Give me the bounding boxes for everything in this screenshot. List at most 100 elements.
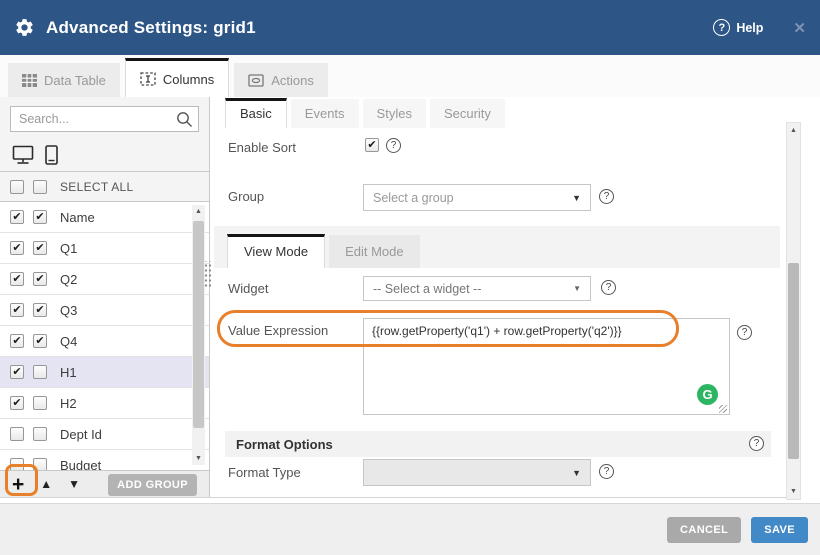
column-row[interactable]: ✔ ✔ Name <box>0 202 209 233</box>
search-area <box>0 97 209 138</box>
chevron-down-icon: ▼ <box>572 193 581 203</box>
columns-panel: SELECT ALL ✔ ✔ Name ✔ ✔ Q1 ✔ ✔ Q2 ✔ ✔ Q3… <box>0 97 210 497</box>
column-row[interactable]: ✔ ✔ Q2 <box>0 264 209 295</box>
scroll-down-icon[interactable]: ▼ <box>787 485 800 498</box>
column-name: Dept Id <box>60 427 102 442</box>
format-type-help-icon[interactable]: ? <box>599 464 614 479</box>
actions-icon <box>248 74 264 87</box>
column-row[interactable]: Dept Id <box>0 419 209 450</box>
columns-list: ✔ ✔ Name ✔ ✔ Q1 ✔ ✔ Q2 ✔ ✔ Q3 ✔ ✔ Q4 ✔ H… <box>0 202 209 471</box>
select-all-mobile-checkbox[interactable] <box>33 180 47 194</box>
mobile-checkbox[interactable] <box>33 396 47 410</box>
data-table-icon <box>22 74 37 87</box>
column-row[interactable]: ✔ ✔ Q1 <box>0 233 209 264</box>
column-row[interactable]: ✔ ✔ Q4 <box>0 326 209 357</box>
search-input[interactable] <box>10 106 199 132</box>
device-toggle-row <box>0 138 209 171</box>
column-row[interactable]: Budget <box>0 450 209 471</box>
dialog-footer: CANCEL SAVE <box>0 503 820 555</box>
main-tabstrip: Data Table Columns Actions <box>0 55 820 97</box>
group-help-icon[interactable]: ? <box>599 189 614 204</box>
value-expression-help-icon[interactable]: ? <box>737 325 752 340</box>
cancel-button[interactable]: CANCEL <box>667 517 741 543</box>
desktop-checkbox[interactable]: ✔ <box>10 272 24 286</box>
desktop-checkbox[interactable]: ✔ <box>10 241 24 255</box>
format-options-help-icon[interactable]: ? <box>749 436 764 451</box>
move-down-button[interactable]: ▼ <box>68 477 80 491</box>
mobile-checkbox[interactable]: ✔ <box>33 272 47 286</box>
scrollbar-thumb[interactable] <box>193 221 204 428</box>
close-icon[interactable]: ✕ <box>793 19 806 37</box>
chevron-down-icon: ▼ <box>573 284 581 293</box>
desktop-checkbox[interactable]: ✔ <box>10 365 24 379</box>
mobile-checkbox[interactable] <box>33 365 47 379</box>
column-settings-panel: Basic Events Styles Security Enable Sort… <box>214 97 786 497</box>
select-all-row[interactable]: SELECT ALL <box>0 171 209 202</box>
search-icon[interactable] <box>176 111 193 128</box>
enable-sort-checkbox[interactable]: ✔ <box>365 138 379 152</box>
value-expression-area: {{row.getProperty('q1') + row.getPropert… <box>363 318 730 415</box>
add-group-button[interactable]: ADD GROUP <box>108 474 197 496</box>
widget-dropdown[interactable]: -- Select a widget -- ▼ <box>363 276 591 301</box>
help-button[interactable]: ? Help <box>713 19 763 36</box>
mobile-icon[interactable] <box>45 145 58 165</box>
column-name: Name <box>60 210 95 225</box>
group-dropdown[interactable]: Select a group ▼ <box>363 184 591 211</box>
columns-list-scrollbar[interactable]: ▲ ▼ <box>192 205 205 465</box>
format-type-label: Format Type <box>228 465 301 480</box>
value-expression-input[interactable]: {{row.getProperty('q1') + row.getPropert… <box>363 318 730 415</box>
desktop-icon[interactable] <box>12 145 34 165</box>
desktop-checkbox[interactable] <box>10 427 24 441</box>
column-row[interactable]: ✔ H2 <box>0 388 209 419</box>
column-row[interactable]: ✔ ✔ Q3 <box>0 295 209 326</box>
move-up-button[interactable]: ▲ <box>40 477 52 491</box>
tab-label: Actions <box>271 73 314 88</box>
resize-handle[interactable] <box>719 405 727 413</box>
select-all-desktop-checkbox[interactable] <box>10 180 24 194</box>
enable-sort-help-icon[interactable]: ? <box>386 138 401 153</box>
add-column-button[interactable]: + <box>12 474 24 495</box>
tab-basic[interactable]: Basic <box>225 98 287 128</box>
widget-label: Widget <box>228 281 268 296</box>
tab-columns[interactable]: Columns <box>125 58 229 97</box>
tab-edit-mode[interactable]: Edit Mode <box>329 235 420 268</box>
mobile-checkbox[interactable]: ✔ <box>33 210 47 224</box>
column-name: H2 <box>60 396 77 411</box>
widget-help-icon[interactable]: ? <box>601 280 616 295</box>
select-all-label: SELECT ALL <box>60 180 134 194</box>
group-label: Group <box>228 189 264 204</box>
value-expression-label: Value Expression <box>228 323 328 338</box>
mobile-checkbox[interactable]: ✔ <box>33 334 47 348</box>
tab-styles[interactable]: Styles <box>363 99 426 128</box>
scrollbar-thumb[interactable] <box>788 263 799 459</box>
mode-tabstrip: View Mode Edit Mode <box>214 226 780 268</box>
dialog-title: Advanced Settings: grid1 <box>46 18 713 38</box>
desktop-checkbox[interactable]: ✔ <box>10 334 24 348</box>
save-button[interactable]: SAVE <box>751 517 808 543</box>
scroll-up-icon[interactable]: ▲ <box>192 205 205 218</box>
desktop-checkbox[interactable]: ✔ <box>10 303 24 317</box>
mobile-checkbox[interactable] <box>33 427 47 441</box>
panel-scrollbar[interactable]: ▲ ▼ <box>786 122 801 500</box>
settings-tabstrip: Basic Events Styles Security <box>225 97 505 128</box>
column-name: Q1 <box>60 241 77 256</box>
format-options-label: Format Options <box>236 437 333 452</box>
format-type-dropdown[interactable]: ▼ <box>363 459 591 486</box>
tab-data-table[interactable]: Data Table <box>8 63 120 97</box>
group-dropdown-value: Select a group <box>373 191 572 205</box>
tab-security[interactable]: Security <box>430 99 505 128</box>
mobile-checkbox[interactable]: ✔ <box>33 241 47 255</box>
tab-actions[interactable]: Actions <box>234 63 328 97</box>
column-row[interactable]: ✔ H1 <box>0 357 209 388</box>
scroll-down-icon[interactable]: ▼ <box>192 452 205 465</box>
tab-events[interactable]: Events <box>291 99 359 128</box>
tab-view-mode[interactable]: View Mode <box>227 234 325 268</box>
grammarly-icon[interactable]: G <box>697 384 718 405</box>
column-name: Q3 <box>60 303 77 318</box>
desktop-checkbox[interactable]: ✔ <box>10 210 24 224</box>
panel-splitter-handle[interactable] <box>203 261 212 288</box>
desktop-checkbox[interactable]: ✔ <box>10 396 24 410</box>
mobile-checkbox[interactable]: ✔ <box>33 303 47 317</box>
help-icon: ? <box>713 19 730 36</box>
scroll-up-icon[interactable]: ▲ <box>787 124 800 137</box>
